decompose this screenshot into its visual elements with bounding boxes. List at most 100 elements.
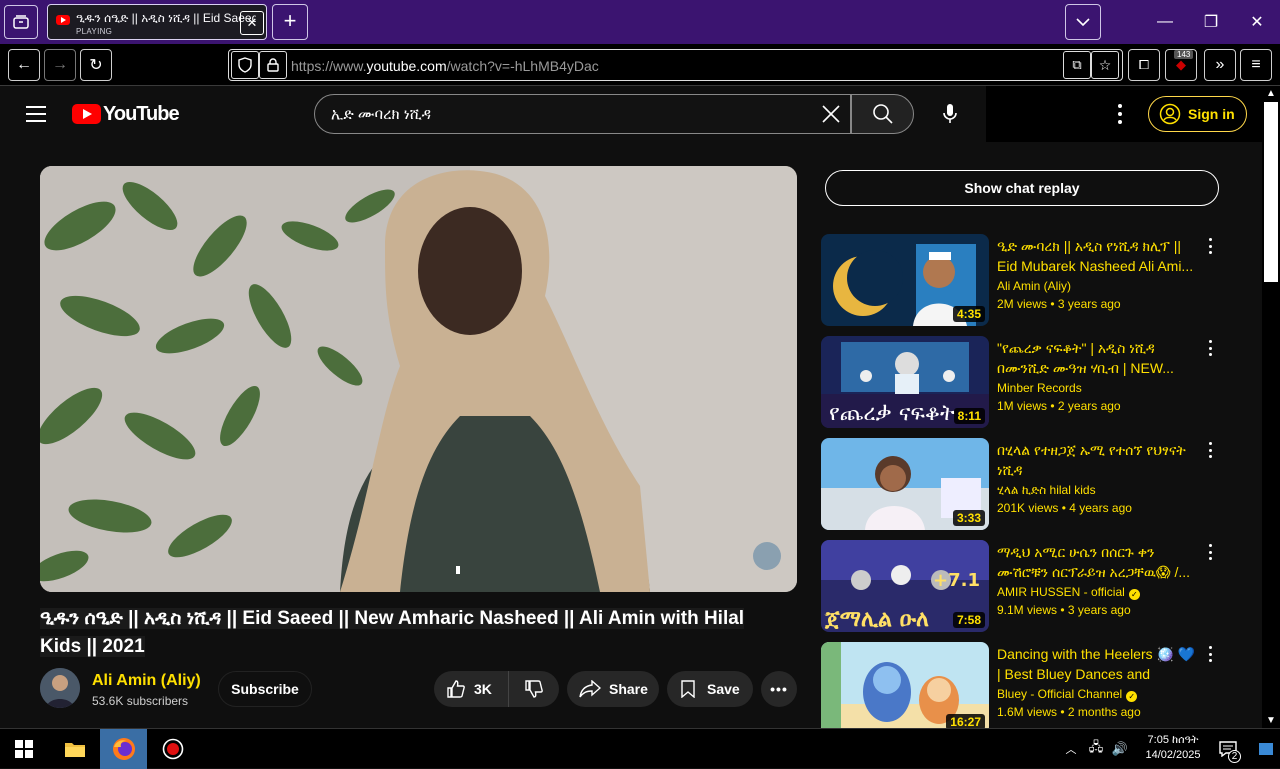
subscribe-button[interactable]: Subscribe [218,671,312,707]
recommended-title[interactable]: ማዲህ አሚር ሁሴን በሰርጉ ቀን ሙሽሮቹን ሰርፕራይዝ አረጋቸዉ😱 … [997,542,1201,582]
voice-search-button[interactable] [936,100,964,128]
recommended-video-1[interactable]: 4:35 ዒድ ሙባረክ || አዲስ የነሺዳ ክሊፕ || Eid Muba… [821,234,1221,326]
reader-view-button[interactable]: ⧉ [1063,51,1091,79]
video-options-button[interactable] [1209,340,1213,356]
scrollbar-thumb[interactable] [1264,102,1278,282]
reload-button[interactable]: ↻ [80,49,112,81]
scroll-up-icon[interactable]: ▲ [1266,88,1276,99]
search-input[interactable]: ኢድ ሙባረክ ነሺዳ [314,94,851,134]
start-button[interactable] [0,729,48,769]
recommended-title[interactable]: Dancing with the Heelers 🪩 💙 | Best Blue… [997,644,1201,684]
bookmark-button[interactable]: ☆ [1091,51,1119,79]
page-scrollbar[interactable]: ▲ ▼ [1262,86,1280,728]
new-tab-button[interactable]: + [272,4,308,40]
hamburger-icon: ≡ [1251,56,1261,73]
channel-name[interactable]: Ali Amin (Aliy) [92,672,201,690]
video-duration: 4:35 [952,306,985,322]
overflow-menu-button[interactable]: » [1204,49,1236,81]
show-hidden-icons-button[interactable]: ︿ [1060,729,1082,769]
volume-button[interactable]: 🔊 [1108,729,1132,769]
sign-in-button[interactable]: Sign in [1148,96,1247,132]
clock-time: 7:05 ከሰዓት [1147,734,1199,746]
recommended-title[interactable]: "የጨረቃ ናፍቆት" | አዲስ ነሺዳ በሙንሺድ ሙዓዝ ሃቢብ | NE… [997,338,1201,378]
video-options-button[interactable] [1209,238,1213,254]
site-info-button[interactable] [259,51,287,79]
recommended-video-2[interactable]: የጨረቃ ናፍቆት 8:11 "የጨረቃ ናፍቆት" | አዲስ ነሺዳ በሙን… [821,336,1221,428]
recommended-channel[interactable]: ሂላል ኪድስ hilal kids [997,483,1096,498]
windows-taskbar: ︿ 🖧 🔊 7:05 ከሰዓት 14/02/2025 2 [0,728,1280,769]
search-query-text: ኢድ ሙባረክ ነሺዳ [331,106,432,123]
recommended-video-3[interactable]: 3:33 በሂላል የተዘጋጀ ኡሚ የተሰኘ የህፃናት ነሺዳ ሂላል ኪድ… [821,438,1221,530]
lock-icon [267,58,279,72]
video-options-button[interactable] [1209,442,1213,458]
search-button[interactable] [851,94,914,134]
like-button[interactable]: 3K [434,671,509,707]
dislike-button[interactable] [509,671,559,707]
channel-avatar[interactable] [40,668,80,708]
show-desktop-button[interactable] [1252,729,1280,769]
more-vertical-icon [1118,104,1122,108]
video-thumbnail[interactable]: 4:35 [821,234,989,326]
close-icon: ✕ [246,15,258,30]
video-thumbnail[interactable]: +7.1 ጀማሊል ዑለ 7:58 [821,540,989,632]
active-tab[interactable]: ዒዱን ሰዒድ || አዲስ ነሺዳ || Eid Saeed PLAYING … [47,4,267,40]
puzzle-icon: ⧠ [1138,57,1150,72]
tab-close-button[interactable]: ✕ [240,11,264,35]
close-window-button[interactable]: ✕ [1234,0,1280,44]
list-all-tabs-button[interactable] [1065,4,1101,40]
share-icon [579,680,601,698]
minimize-button[interactable]: — [1142,0,1188,44]
more-horizontal-icon: ••• [770,681,788,697]
svg-text:ጀማሊል ዑለ: ጀማሊል ዑለ [824,607,929,632]
address-bar[interactable]: https://www.youtube.com/watch?v=-hLhMB4y… [228,49,1123,81]
video-thumbnail[interactable]: 16:27 [821,642,989,734]
tracking-protection-button[interactable] [231,51,259,79]
reload-icon: ↻ [89,57,103,74]
recommended-channel[interactable]: Bluey - Official Channel ✓ [997,687,1138,702]
speaker-icon: 🔊 [1111,741,1129,756]
tab-list-button[interactable] [4,5,38,39]
recommended-channel[interactable]: AMIR HUSSEN - official ✓ [997,585,1140,600]
firefox-taskbar-button[interactable] [100,729,147,769]
url-text: https://www.youtube.com/watch?v=-hLhMB4y… [291,58,599,74]
guide-menu-button[interactable] [26,106,46,122]
extension-badge: 143 [1174,50,1194,59]
recommended-channel[interactable]: Ali Amin (Aliy) [997,279,1071,293]
extensions-button[interactable]: ⧠ [1128,49,1160,81]
back-button[interactable]: ← [8,49,40,81]
restore-button[interactable]: ❐ [1188,0,1234,44]
arrow-right-icon: → [52,56,68,73]
folder-icon [65,743,85,757]
app-menu-button[interactable]: ≡ [1240,49,1272,81]
recommended-video-4[interactable]: +7.1 ጀማሊል ዑለ 7:58 ማዲህ አሚር ሁሴን በሰርጉ ቀን ሙሽሮ… [821,540,1221,632]
more-vertical-icon [1209,340,1212,343]
video-thumbnail[interactable]: የጨረቃ ናፍቆት 8:11 [821,336,989,428]
recorder-button[interactable] [150,729,196,769]
recommended-channel[interactable]: Minber Records [997,381,1082,395]
recommended-title[interactable]: በሂላል የተዘጋጀ ኡሚ የተሰኘ የህፃናት ነሺዳ [997,440,1201,480]
network-button[interactable]: 🖧 [1084,729,1108,769]
show-chat-replay-button[interactable]: Show chat replay [825,170,1219,206]
youtube-logo[interactable]: YouTube [72,103,180,125]
video-thumbnail[interactable]: 3:33 [821,438,989,530]
forward-button[interactable]: → [44,49,76,81]
thumbs-up-icon [447,680,465,698]
close-icon: ✕ [1250,14,1264,31]
more-actions-button[interactable]: ••• [761,671,797,707]
scroll-down-icon[interactable]: ▼ [1266,715,1276,726]
video-frame-image [40,166,797,592]
video-options-button[interactable] [1209,544,1213,560]
video-player[interactable] [40,166,797,592]
recommended-title[interactable]: ዒድ ሙባረክ || አዲስ የነሺዳ ክሊፕ || Eid Mubarek N… [997,236,1201,276]
taskbar-clock[interactable]: 7:05 ከሰዓት 14/02/2025 [1134,733,1212,763]
video-options-button[interactable] [1209,646,1213,662]
share-button[interactable]: Share [567,671,659,707]
arrow-left-icon: ← [16,56,32,73]
recommended-meta: 9.1M views • 3 years ago [997,603,1131,617]
clear-search-icon[interactable] [818,101,844,127]
file-explorer-button[interactable] [52,729,98,769]
save-button[interactable]: Save [667,671,753,707]
recommended-video-5[interactable]: 16:27 Dancing with the Heelers 🪩 💙 | Bes… [821,642,1221,734]
notifications-button[interactable]: 2 [1212,729,1244,769]
settings-menu-button[interactable] [1112,104,1128,124]
